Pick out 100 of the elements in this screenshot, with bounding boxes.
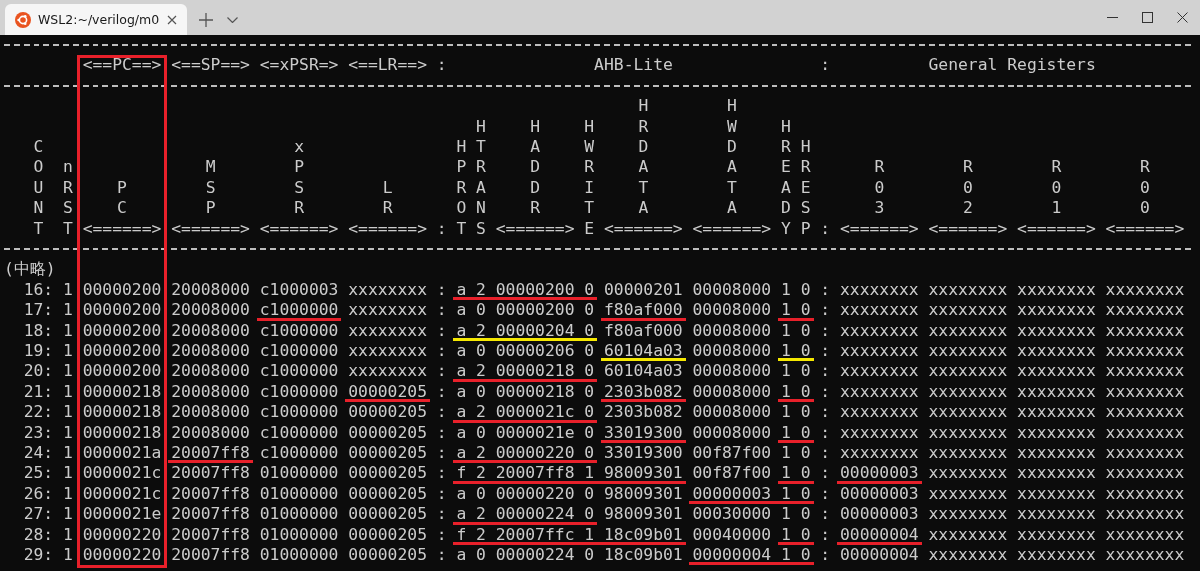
pc-value: 00000218 — [82, 422, 162, 442]
hrdata-value: 98009301 — [603, 483, 683, 503]
hwdata-value: 00000004 — [692, 545, 772, 565]
separator-colon: : — [436, 381, 447, 401]
hwdata-value: 00008000 — [692, 279, 772, 299]
haddr-value: 0000021e — [495, 422, 575, 442]
hprot-value: f — [456, 463, 467, 483]
hresp-value: 0 — [800, 524, 811, 544]
hwrite-value: 0 — [584, 483, 595, 503]
hwdata-value: 00008000 — [692, 320, 772, 340]
sp-value: 20008000 — [171, 320, 250, 340]
column-header: R00 — [1140, 157, 1150, 219]
column-arrow: <======> — [171, 218, 250, 239]
sp-value: 20008000 — [171, 422, 250, 442]
hwdata-value: 00f87f00 — [692, 463, 772, 483]
hresp-value: 0 — [800, 402, 811, 422]
column-arrow: <======> — [692, 218, 772, 239]
plus-icon[interactable] — [199, 12, 213, 27]
hwdata-value: 00000003 — [692, 483, 772, 503]
r0-value: xxxxxxxx — [1105, 279, 1185, 299]
lr-value: xxxxxxxx — [348, 300, 427, 320]
separator-colon: : — [436, 341, 447, 360]
cycle-count: 21: — [23, 381, 54, 401]
r0-value: xxxxxxxx — [1105, 422, 1185, 442]
separator-colon: : — [436, 279, 447, 299]
hready-value: 1 — [781, 483, 791, 503]
r2-value: xxxxxxxx — [928, 463, 1008, 483]
separator-colon: : — [436, 463, 447, 483]
r3-value: 00000003 — [840, 463, 919, 483]
column-arrow: <======> — [1105, 218, 1185, 239]
hresp-value: 0 — [800, 381, 811, 401]
reset-value: 1 — [63, 300, 73, 320]
cycle-count: 25: — [23, 463, 54, 483]
hwrite-value: 0 — [584, 402, 595, 422]
reset-value: 1 — [63, 443, 73, 463]
hprot-value: f — [456, 524, 467, 544]
hwrite-value: 1 — [584, 463, 595, 483]
separator-colon: : — [436, 422, 447, 442]
group-header: AHB-Lite — [593, 55, 674, 76]
cycle-count: 24: — [23, 443, 54, 463]
r3-value: xxxxxxxx — [840, 422, 919, 442]
cycle-count: 27: — [23, 504, 54, 524]
reset-value: 1 — [63, 279, 73, 299]
reset-value: 1 — [63, 341, 73, 360]
separator-colon: : — [820, 320, 831, 340]
hwrite-value: 0 — [584, 545, 595, 565]
xpsr-value: 01000000 — [259, 463, 339, 483]
hresp-value: 0 — [800, 463, 811, 483]
hready-value: 1 — [781, 524, 791, 544]
xpsr-value: c1000003 — [259, 279, 339, 299]
separator-colon: : — [820, 443, 831, 463]
sp-value: 20007ff8 — [171, 443, 250, 463]
column-header: HRDATA — [638, 96, 649, 219]
reset-value: 1 — [63, 463, 73, 483]
column-header: HPROT — [456, 136, 467, 239]
r0-value: xxxxxxxx — [1105, 483, 1185, 503]
column-arrow: <======> — [928, 218, 1008, 239]
hresp-value: 0 — [800, 361, 811, 381]
reset-value: 1 — [63, 381, 73, 401]
column-header: HREADY — [781, 116, 791, 239]
haddr-value: 00000206 — [495, 341, 575, 360]
terminal-tab[interactable]: WSL2:~/verilog/m0 — [5, 4, 187, 35]
group-header: <=xPSR=> — [259, 55, 339, 76]
chevron-down-icon[interactable] — [227, 16, 238, 23]
r1-value: xxxxxxxx — [1017, 279, 1096, 299]
lr-value: xxxxxxxx — [348, 361, 427, 381]
xpsr-value: 01000000 — [259, 483, 339, 503]
hprot-value: a — [456, 300, 467, 320]
htrans-value: 0 — [476, 422, 486, 442]
pc-value: 00000218 — [82, 402, 162, 422]
sp-value: 20007ff8 — [171, 524, 250, 544]
column-header: xPSR — [294, 136, 304, 219]
hprot-value: a — [456, 422, 467, 442]
r3-value: xxxxxxxx — [840, 361, 919, 381]
reset-value: 1 — [63, 402, 73, 422]
htrans-value: 2 — [476, 443, 486, 463]
hwdata-value: 00008000 — [692, 361, 772, 381]
hrdata-value: 18c09b01 — [603, 524, 683, 544]
column-header: : — [820, 218, 831, 239]
column-header: MSP — [205, 157, 216, 219]
lr-value: 00000205 — [348, 402, 427, 422]
r0-value: xxxxxxxx — [1105, 443, 1185, 463]
close-icon[interactable] — [1177, 12, 1188, 23]
separator-colon: : — [436, 402, 447, 422]
hready-value: 1 — [781, 402, 791, 422]
r0-value: xxxxxxxx — [1105, 545, 1185, 565]
column-header: LR — [382, 177, 393, 219]
haddr-value: 00000200 — [495, 300, 575, 320]
sp-value: 20007ff8 — [171, 463, 250, 483]
maximize-icon[interactable] — [1142, 12, 1153, 23]
pc-value: 0000021e — [82, 504, 162, 524]
htrans-value: 2 — [476, 320, 486, 340]
hready-value: 1 — [781, 463, 791, 483]
r3-value: xxxxxxxx — [840, 443, 919, 463]
pc-value: 0000021a — [82, 443, 162, 463]
close-icon[interactable] — [167, 14, 177, 25]
hwrite-value: 0 — [584, 422, 595, 442]
hprot-value: a — [456, 443, 467, 463]
group-header: General Registers — [927, 55, 1097, 76]
group-header: : — [436, 55, 447, 76]
